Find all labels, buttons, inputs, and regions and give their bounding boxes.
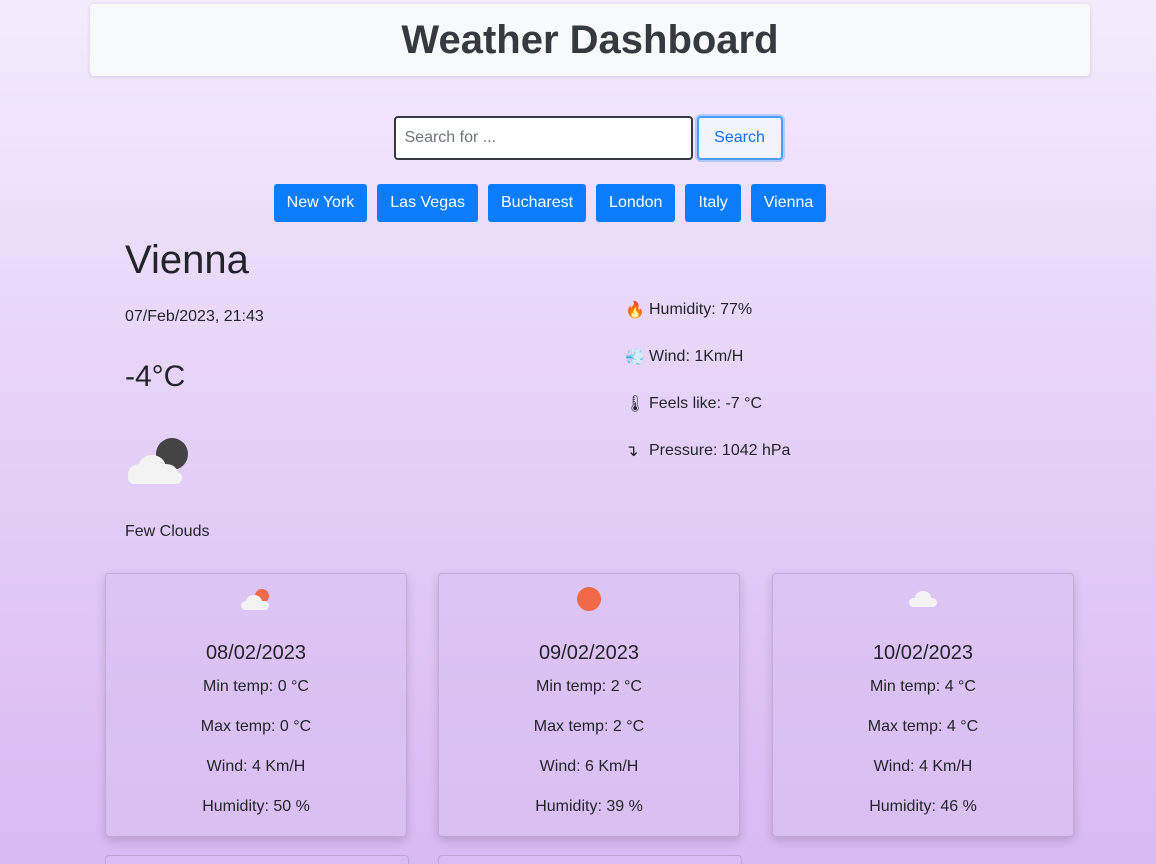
current-description: Few Clouds bbox=[125, 523, 210, 540]
forecast-card: 08/02/2023 Min temp: 0 °C Max temp: 0 °C… bbox=[105, 573, 407, 837]
detail-wind-text: Wind: 1Km/H bbox=[649, 348, 744, 365]
forecast-date: 09/02/2023 bbox=[538, 642, 640, 664]
forecast-wind: Wind: 4 Km/H bbox=[873, 758, 973, 775]
thermometer-icon: 🌡 bbox=[625, 396, 646, 413]
detail-wind: 💨 Wind: 1Km/H bbox=[625, 345, 790, 369]
fire-icon: 🔥 bbox=[625, 302, 645, 319]
forecast-card: 10/02/2023 Min temp: 4 °C Max temp: 4 °C… bbox=[772, 573, 1074, 837]
current-temperature: -4°C bbox=[125, 360, 186, 393]
sun-icon bbox=[439, 586, 739, 612]
forecast-date: 10/02/2023 bbox=[872, 642, 974, 664]
detail-humidity-text: Humidity: 77% bbox=[649, 301, 753, 318]
forecast-max-temp: Max temp: 2 °C bbox=[533, 718, 645, 735]
detail-feels-like: 🌡 Feels like: -7 °C bbox=[625, 392, 790, 416]
city-quick-links: New York Las Vegas Bucharest London Ital… bbox=[0, 184, 1100, 222]
detail-feels-like-text: Feels like: -7 °C bbox=[649, 395, 763, 412]
few-clouds-night-icon bbox=[120, 432, 192, 488]
few-clouds-day-icon bbox=[106, 586, 406, 612]
city-button-london[interactable]: London bbox=[596, 184, 676, 222]
forecast-humidity: Humidity: 39 % bbox=[535, 798, 643, 815]
forecast-wind: Wind: 4 Km/H bbox=[206, 758, 306, 775]
forecast-card-partial bbox=[105, 855, 409, 864]
search-input[interactable] bbox=[393, 116, 693, 160]
forecast-min-temp: Min temp: 0 °C bbox=[203, 678, 309, 695]
city-button-italy[interactable]: Italy bbox=[685, 184, 741, 222]
wind-icon: 💨 bbox=[625, 349, 645, 366]
detail-humidity: 🔥 Humidity: 77% bbox=[625, 298, 790, 322]
forecast-card-partial bbox=[438, 855, 742, 864]
detail-pressure: ↴ Pressure: 1042 hPa bbox=[625, 439, 790, 463]
current-datetime: 07/Feb/2023, 21:43 bbox=[125, 308, 264, 325]
forecast-wind: Wind: 6 Km/H bbox=[539, 758, 639, 775]
search-button[interactable]: Search bbox=[696, 116, 783, 160]
search-bar: Search bbox=[0, 116, 1156, 160]
forecast-card: 09/02/2023 Min temp: 2 °C Max temp: 2 °C… bbox=[438, 573, 740, 837]
forecast-humidity: Humidity: 50 % bbox=[202, 798, 310, 815]
forecast-min-temp: Min temp: 2 °C bbox=[536, 678, 642, 695]
header-bar: Weather Dashboard bbox=[90, 4, 1090, 76]
forecast-humidity: Humidity: 46 % bbox=[869, 798, 977, 815]
current-city-name: Vienna bbox=[125, 238, 249, 282]
cloud-icon bbox=[773, 586, 1073, 612]
forecast-max-temp: Max temp: 4 °C bbox=[867, 718, 979, 735]
city-button-las-vegas[interactable]: Las Vegas bbox=[377, 184, 478, 222]
page-title: Weather Dashboard bbox=[401, 17, 779, 62]
current-details: 🔥 Humidity: 77% 💨 Wind: 1Km/H 🌡 Feels li… bbox=[625, 298, 790, 486]
forecast-max-temp: Max temp: 0 °C bbox=[200, 718, 312, 735]
forecast-date: 08/02/2023 bbox=[205, 642, 307, 664]
city-button-new-york[interactable]: New York bbox=[273, 184, 368, 222]
detail-pressure-text: Pressure: 1042 hPa bbox=[649, 442, 791, 459]
forecast-min-temp: Min temp: 4 °C bbox=[870, 678, 976, 695]
city-button-vienna[interactable]: Vienna bbox=[750, 184, 827, 222]
down-arrow-icon: ↴ bbox=[625, 443, 639, 460]
city-button-bucharest[interactable]: Bucharest bbox=[488, 184, 587, 222]
